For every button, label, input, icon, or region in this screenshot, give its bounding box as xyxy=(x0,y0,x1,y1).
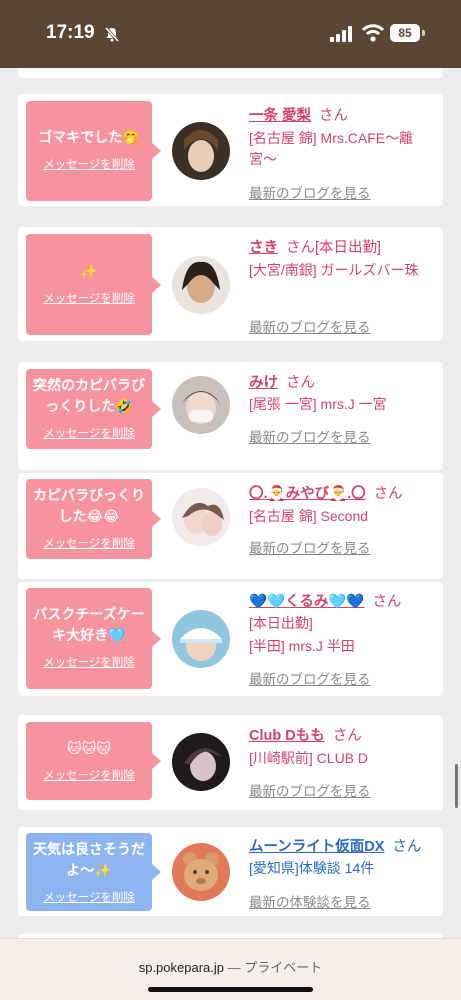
avatar[interactable] xyxy=(172,733,230,791)
shop-info: [名古屋 錦] Second xyxy=(249,508,369,524)
message-bubble: 🐱🐱🐱 メッセージを削除 xyxy=(26,722,161,800)
message-text: カピバラびっくりした😂😂 xyxy=(33,487,145,524)
girl-name-link[interactable]: 一条 愛梨 xyxy=(249,108,311,124)
girl-card: 🐱🐱🐱 メッセージを削除 Club Dもも さん [川崎駅前] CLUB D 最新… xyxy=(18,715,443,810)
home-indicator[interactable] xyxy=(148,987,313,992)
avatar-photo xyxy=(172,610,230,668)
url-separator: — xyxy=(227,960,241,975)
girl-name-link[interactable]: 〇.🎅みやび🎅.〇 xyxy=(249,486,366,502)
attendance-status: [本日出勤] xyxy=(315,240,382,256)
girl-card: ✨ メッセージを削除 さき さん[本日出勤] [大宮/南銀] ガールズバー珠 最新… xyxy=(18,227,443,341)
avatar[interactable] xyxy=(172,843,230,901)
latest-blog-link[interactable]: 最新のブログを見る xyxy=(249,426,371,446)
message-text: 🐱🐱🐱 xyxy=(67,740,111,756)
message-bubble: ✨ メッセージを削除 xyxy=(26,234,161,335)
delete-message-link[interactable]: メッセージを削除 xyxy=(26,156,152,172)
avatar-photo xyxy=(172,376,230,434)
girl-card: カピバラびっくりした😂😂 メッセージを削除 〇.🎅みやび🎅.〇 さん [名古屋 錦… xyxy=(18,473,443,579)
review-count-info: [愛知県]体験談 14件 xyxy=(249,860,375,876)
girl-name-link[interactable]: みけ xyxy=(249,375,278,391)
delete-message-link[interactable]: メッセージを削除 xyxy=(26,425,152,441)
message-text: 突然のカピバラびっくりした🤣 xyxy=(33,377,145,414)
battery-tip xyxy=(422,30,425,36)
latest-blog-link[interactable]: 最新のブログを見る xyxy=(249,537,371,557)
attendance-status: [本日出勤] xyxy=(249,615,313,631)
avatar-photo xyxy=(172,733,230,791)
message-bubble: 天気は良さそうだよ〜✨ メッセージを削除 xyxy=(26,833,161,911)
wifi-icon xyxy=(362,24,384,42)
avatar-photo xyxy=(172,122,230,180)
girl-name-link[interactable]: Club Dもも xyxy=(249,728,325,744)
avatar[interactable] xyxy=(172,256,230,314)
honorific: さん xyxy=(332,728,362,744)
avatar[interactable] xyxy=(172,488,230,546)
delete-message-link[interactable]: メッセージを削除 xyxy=(26,767,152,783)
girl-card: バスクチーズケーキ大好き🩵 メッセージを削除 💙🩵くるみ🩵💙 さん [本日出勤] … xyxy=(18,582,443,696)
avatar[interactable] xyxy=(172,122,230,180)
honorific: さん xyxy=(373,486,403,502)
delete-message-link[interactable]: メッセージを削除 xyxy=(26,654,152,670)
card-top-partial xyxy=(18,68,443,78)
shop-info: [尾張 一宮] mrs.J 一宮 xyxy=(249,396,387,412)
latest-blog-link[interactable]: 最新のブログを見る xyxy=(249,316,371,336)
battery-icon: 85 xyxy=(390,24,420,42)
latest-review-link[interactable]: 最新の体験談を見る xyxy=(249,891,371,911)
honorific: さん xyxy=(286,375,315,391)
message-bubble: バスクチーズケーキ大好き🩵 メッセージを削除 xyxy=(26,588,161,689)
latest-blog-link[interactable]: 最新のブログを見る xyxy=(249,182,371,202)
status-time: 17:19 xyxy=(46,22,95,43)
delete-message-link[interactable]: メッセージを削除 xyxy=(26,290,152,306)
signal-icon xyxy=(330,26,352,42)
shop-info: [名古屋 錦] Mrs.CAFE〜離宮〜 xyxy=(249,130,414,167)
status-bar: 17:19 85 xyxy=(0,0,461,68)
honorific: さん xyxy=(319,108,349,124)
honorific: さん xyxy=(286,240,315,256)
message-bubble: カピバラびっくりした😂😂 メッセージを削除 xyxy=(26,479,161,559)
message-text: バスクチーズケーキ大好き🩵 xyxy=(33,606,145,643)
shop-info: [大宮/南銀] ガールズバー珠 xyxy=(249,262,419,278)
avatar[interactable] xyxy=(172,376,230,434)
shop-info: [川崎駅前] CLUB D xyxy=(249,750,369,766)
message-bubble: ゴマキでした🤭 メッセージを削除 xyxy=(26,101,161,201)
message-text: ✨ xyxy=(80,263,98,279)
browser-address-bar[interactable]: sp.pokepara.jp — プライベート xyxy=(0,938,461,1000)
message-text: ゴマキでした🤭 xyxy=(38,129,140,145)
delete-message-link[interactable]: メッセージを削除 xyxy=(26,889,152,905)
favorites-list[interactable]: ゴマキでした🤭 メッセージを削除 一条 愛梨 さん [名古屋 錦] Mrs.CAF… xyxy=(0,68,461,938)
delete-message-link[interactable]: メッセージを削除 xyxy=(26,535,152,551)
latest-blog-link[interactable]: 最新のブログを見る xyxy=(249,780,371,800)
girl-card: ゴマキでした🤭 メッセージを削除 一条 愛梨 さん [名古屋 錦] Mrs.CAF… xyxy=(18,94,443,206)
shop-info: [半田] mrs.J 半田 xyxy=(249,638,355,654)
avatar-photo xyxy=(172,843,230,901)
avatar-photo xyxy=(172,488,230,546)
honorific: さん xyxy=(392,839,422,855)
latest-blog-link[interactable]: 最新のブログを見る xyxy=(249,668,371,688)
avatar-photo xyxy=(172,256,230,314)
girl-name-link[interactable]: 💙🩵くるみ🩵💙 xyxy=(249,594,364,610)
review-card: 天気は良さそうだよ〜✨ メッセージを削除 ムーンライト仮面DX さん [愛知県]体… xyxy=(18,827,443,916)
private-mode-label: プライベート xyxy=(244,960,323,975)
message-text: 天気は良さそうだよ〜✨ xyxy=(33,841,145,878)
avatar[interactable] xyxy=(172,610,230,668)
message-bubble: 突然のカピバラびっくりした🤣 メッセージを削除 xyxy=(26,369,161,449)
girl-card: 突然のカピバラびっくりした🤣 メッセージを削除 みけ さん [尾張 一宮] mrs… xyxy=(18,362,443,470)
url-domain[interactable]: sp.pokepara.jp xyxy=(139,960,224,975)
bell-slash-icon xyxy=(104,26,120,42)
scrollbar[interactable] xyxy=(455,764,458,808)
reviewer-name-link[interactable]: ムーンライト仮面DX xyxy=(249,839,384,855)
girl-name-link[interactable]: さき xyxy=(249,240,278,256)
honorific: さん xyxy=(372,594,402,610)
